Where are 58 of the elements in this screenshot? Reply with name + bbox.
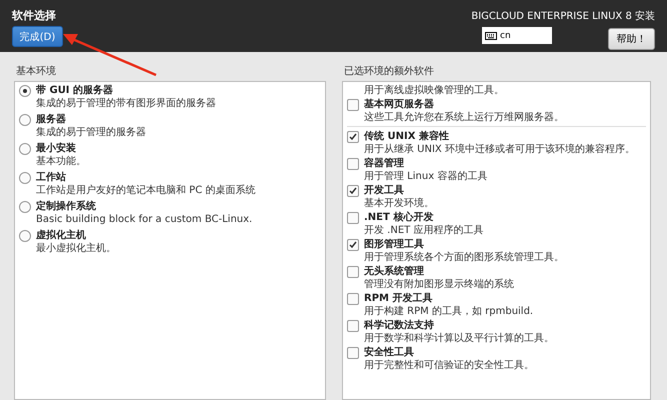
addon-name[interactable]: 安全性工具 xyxy=(364,346,646,359)
environment-name[interactable]: 工作站 xyxy=(36,171,321,184)
keyboard-layout-value: cn xyxy=(500,30,511,40)
addon-description: 这些工具允许您在系统上运行万维网服务器。 xyxy=(364,111,565,124)
checkbox[interactable] xyxy=(347,185,359,197)
addon-name[interactable]: RPM 开发工具 xyxy=(364,292,646,305)
addon-name[interactable]: .NET 核心开发 xyxy=(364,211,646,224)
addon-description: 基本开发环境。 xyxy=(364,197,435,210)
screen-title: 软件选择 xyxy=(12,8,57,23)
done-button[interactable]: 完成(D) xyxy=(12,26,63,47)
environment-description: 基本功能。 xyxy=(36,155,87,168)
keyboard-icon xyxy=(485,32,497,40)
radio-button[interactable] xyxy=(19,201,31,213)
environment-name[interactable]: 虚拟化主机 xyxy=(36,229,321,242)
environment-description: 最小虚拟化主机。 xyxy=(36,242,117,255)
addon-name[interactable]: 无头系统管理 xyxy=(364,265,646,278)
environment-description: 集成的易于管理的服务器 xyxy=(36,126,147,139)
checkbox[interactable] xyxy=(347,131,359,143)
addon-description: 用于构建 RPM 的工具，如 rpmbuild. xyxy=(364,305,534,318)
addon-description: 用于从继承 UNIX 环境中迁移或者可用于该环境的兼容程序。 xyxy=(364,143,636,156)
addon-name[interactable]: 开发工具 xyxy=(364,184,646,197)
addon-description: 用于管理 Linux 容器的工具 xyxy=(364,170,488,183)
checkbox[interactable] xyxy=(347,266,359,278)
checkbox[interactable] xyxy=(347,347,359,359)
section-label: 已选环境的额外软件 xyxy=(343,64,435,78)
addon-description: 用于完整性和可信验证的安全性工具。 xyxy=(364,359,535,372)
radio-button[interactable] xyxy=(19,85,31,97)
radio-button[interactable] xyxy=(19,143,31,155)
addon-description: 用于管理系统各个方面的图形系统管理工具。 xyxy=(364,251,565,264)
environment-description: Basic building block for a custom BC-Linux. xyxy=(36,213,254,226)
addon-description: 管理没有附加图形显示终端的系统 xyxy=(364,278,515,291)
radio-button[interactable] xyxy=(19,230,31,242)
addon-description: 开发 .NET 应用程序的工具 xyxy=(364,224,484,237)
environment-name[interactable]: 定制操作系统 xyxy=(36,200,321,213)
addon-name[interactable]: 图形管理工具 xyxy=(364,238,646,251)
addon-name[interactable]: 容器管理 xyxy=(364,157,646,170)
help-button[interactable]: 帮助！ xyxy=(608,28,655,50)
checkbox[interactable] xyxy=(347,293,359,305)
radio-button[interactable] xyxy=(19,114,31,126)
checkbox[interactable] xyxy=(347,239,359,251)
keyboard-layout-field[interactable]: cn xyxy=(482,27,552,44)
addon-name[interactable]: 基本网页服务器 xyxy=(364,98,646,111)
environment-name[interactable]: 服务器 xyxy=(36,113,321,126)
environment-description: 工作站是用户友好的笔记本电脑和 PC 的桌面系统 xyxy=(36,184,256,197)
addon-description: 用于数学和科学计算以及平行计算的工具。 xyxy=(364,332,555,345)
addon-description: 用于离线虚拟映像管理的工具。 xyxy=(364,84,505,97)
radio-button[interactable] xyxy=(19,172,31,184)
checkbox[interactable] xyxy=(347,320,359,332)
checkbox[interactable] xyxy=(347,158,359,170)
product-title: BIGCLOUD ENTERPRISE LINUX 8 安装 xyxy=(471,10,655,23)
section-label: 基本环境 xyxy=(15,64,57,78)
checkbox[interactable] xyxy=(347,99,359,111)
environment-description: 集成的易于管理的带有图形界面的服务器 xyxy=(36,97,217,110)
environment-name[interactable]: 带 GUI 的服务器 xyxy=(36,84,321,97)
addon-name[interactable]: 传统 UNIX 兼容性 xyxy=(364,130,646,143)
addon-name[interactable]: 科学记数法支持 xyxy=(364,319,646,332)
environment-name[interactable]: 最小安装 xyxy=(36,142,321,155)
checkbox[interactable] xyxy=(347,212,359,224)
